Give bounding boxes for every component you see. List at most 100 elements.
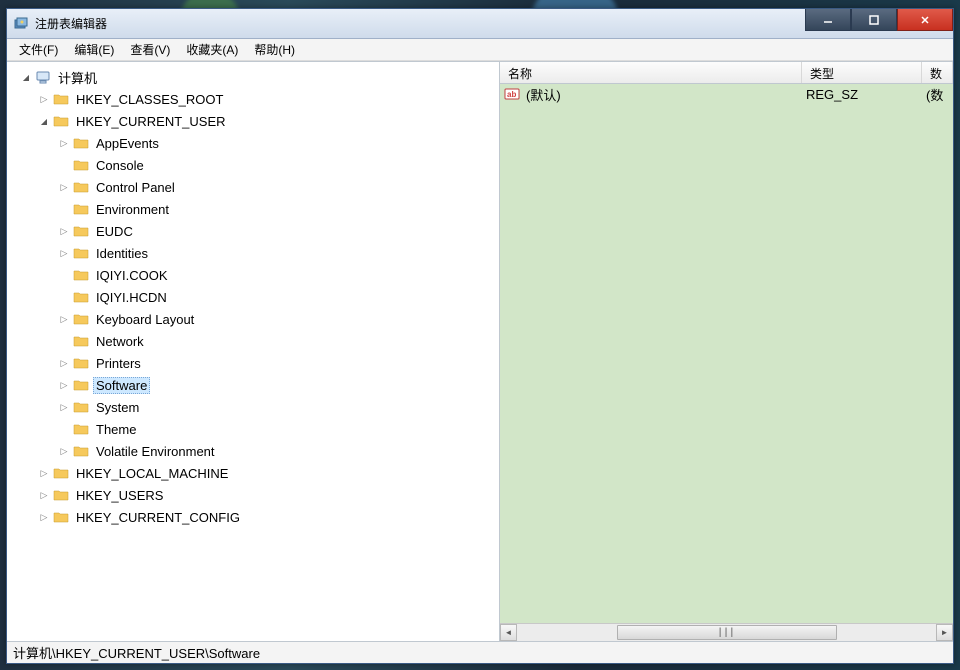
folder-icon: [73, 267, 89, 283]
expand-toggle-icon[interactable]: [57, 138, 71, 149]
folder-icon: [73, 443, 89, 459]
list-body[interactable]: ab (默认) REG_SZ (数: [500, 84, 953, 623]
tree-label: IQIYI.HCDN: [93, 289, 170, 306]
title-bar[interactable]: 注册表编辑器: [7, 9, 953, 39]
tree-node-environment[interactable]: Environment: [13, 198, 499, 220]
expand-toggle-icon[interactable]: [57, 380, 71, 391]
tree-label: Network: [93, 333, 147, 350]
folder-icon: [73, 333, 89, 349]
string-value-icon: ab: [504, 86, 520, 102]
menu-bar: 文件(F) 编辑(E) 查看(V) 收藏夹(A) 帮助(H): [7, 39, 953, 61]
main-area: 计算机 HKEY_CLASSES_ROOT HKEY_CURRENT_USER …: [7, 61, 953, 641]
expand-toggle-icon[interactable]: [19, 72, 33, 83]
window-title: 注册表编辑器: [35, 15, 107, 32]
menu-help[interactable]: 帮助(H): [246, 39, 303, 60]
folder-icon: [53, 509, 69, 525]
expand-toggle-icon[interactable]: [37, 512, 51, 523]
expand-toggle-icon[interactable]: [57, 446, 71, 457]
tree-node-hklm[interactable]: HKEY_LOCAL_MACHINE: [13, 462, 499, 484]
tree-label: Printers: [93, 355, 144, 372]
expand-toggle-icon[interactable]: [57, 182, 71, 193]
svg-text:ab: ab: [507, 90, 516, 99]
tree-pane[interactable]: 计算机 HKEY_CLASSES_ROOT HKEY_CURRENT_USER …: [7, 62, 500, 641]
minimize-button[interactable]: [805, 9, 851, 31]
tree-node-iqiyicook[interactable]: IQIYI.COOK: [13, 264, 499, 286]
folder-icon: [53, 487, 69, 503]
tree-node-printers[interactable]: Printers: [13, 352, 499, 374]
tree-label: HKEY_USERS: [73, 487, 166, 504]
status-path: 计算机\HKEY_CURRENT_USER\Software: [13, 643, 260, 662]
expand-toggle-icon[interactable]: [57, 358, 71, 369]
folder-icon: [73, 399, 89, 415]
scroll-thumb[interactable]: ┃┃┃: [617, 625, 837, 640]
tree-node-hkcu[interactable]: HKEY_CURRENT_USER: [13, 110, 499, 132]
expand-toggle-icon[interactable]: [57, 314, 71, 325]
expand-toggle-icon[interactable]: [37, 490, 51, 501]
folder-icon: [73, 311, 89, 327]
tree-node-computer[interactable]: 计算机: [13, 66, 499, 88]
maximize-button[interactable]: [851, 9, 897, 31]
folder-icon: [73, 201, 89, 217]
folder-icon: [73, 355, 89, 371]
folder-icon: [53, 113, 69, 129]
column-header-name[interactable]: 名称: [500, 62, 802, 83]
folder-icon: [73, 135, 89, 151]
scroll-track[interactable]: ┃┃┃: [517, 624, 936, 641]
value-type: REG_SZ: [806, 87, 926, 102]
close-button[interactable]: [897, 9, 953, 31]
horizontal-scrollbar[interactable]: ◄ ┃┃┃ ►: [500, 623, 953, 641]
tree-label: IQIYI.COOK: [93, 267, 171, 284]
folder-icon: [73, 179, 89, 195]
expand-toggle-icon[interactable]: [57, 226, 71, 237]
tree-node-identities[interactable]: Identities: [13, 242, 499, 264]
tree-label: HKEY_CURRENT_USER: [73, 113, 229, 130]
values-pane: 名称 类型 数 ab (默认) REG_SZ (数 ◄ ┃┃┃: [500, 62, 953, 641]
expand-toggle-icon[interactable]: [37, 94, 51, 105]
tree-label: Identities: [93, 245, 151, 262]
list-header: 名称 类型 数: [500, 62, 953, 84]
computer-icon: [35, 69, 51, 85]
expand-toggle-icon[interactable]: [57, 248, 71, 259]
menu-favorites[interactable]: 收藏夹(A): [178, 39, 246, 60]
tree-node-hkcr[interactable]: HKEY_CLASSES_ROOT: [13, 88, 499, 110]
column-header-data[interactable]: 数: [922, 62, 953, 83]
tree-node-appevents[interactable]: AppEvents: [13, 132, 499, 154]
expand-toggle-icon[interactable]: [37, 468, 51, 479]
window-registry-editor: 注册表编辑器 文件(F) 编辑(E) 查看(V) 收藏夹(A) 帮助(H) 计算…: [6, 8, 954, 664]
menu-file[interactable]: 文件(F): [11, 39, 66, 60]
expand-toggle-icon[interactable]: [57, 402, 71, 413]
tree-label: Environment: [93, 201, 172, 218]
tree-label: Volatile Environment: [93, 443, 218, 460]
tree-node-hkcc[interactable]: HKEY_CURRENT_CONFIG: [13, 506, 499, 528]
tree-node-controlpanel[interactable]: Control Panel: [13, 176, 499, 198]
folder-icon: [53, 465, 69, 481]
tree-node-keyboard[interactable]: Keyboard Layout: [13, 308, 499, 330]
column-header-type[interactable]: 类型: [802, 62, 922, 83]
menu-view[interactable]: 查看(V): [122, 39, 178, 60]
tree-label: 计算机: [55, 67, 100, 88]
menu-edit[interactable]: 编辑(E): [66, 39, 122, 60]
tree-label: Theme: [93, 421, 139, 438]
scroll-left-button[interactable]: ◄: [500, 624, 517, 641]
tree-node-console[interactable]: Console: [13, 154, 499, 176]
tree-label: Console: [93, 157, 147, 174]
tree-node-software[interactable]: Software: [13, 374, 499, 396]
tree-label: AppEvents: [93, 135, 162, 152]
tree-label: HKEY_LOCAL_MACHINE: [73, 465, 231, 482]
tree-node-iqiyihcdn[interactable]: IQIYI.HCDN: [13, 286, 499, 308]
tree-node-network[interactable]: Network: [13, 330, 499, 352]
tree-node-hku[interactable]: HKEY_USERS: [13, 484, 499, 506]
tree-node-eudc[interactable]: EUDC: [13, 220, 499, 242]
app-icon: [13, 16, 29, 32]
tree-node-volatile[interactable]: Volatile Environment: [13, 440, 499, 462]
tree-node-theme[interactable]: Theme: [13, 418, 499, 440]
scroll-right-button[interactable]: ►: [936, 624, 953, 641]
expand-toggle-icon[interactable]: [37, 116, 51, 127]
status-bar: 计算机\HKEY_CURRENT_USER\Software: [7, 641, 953, 663]
list-row-default[interactable]: ab (默认) REG_SZ (数: [500, 84, 953, 104]
tree-node-system[interactable]: System: [13, 396, 499, 418]
tree-label: HKEY_CURRENT_CONFIG: [73, 509, 243, 526]
folder-icon: [73, 289, 89, 305]
tree-label: HKEY_CLASSES_ROOT: [73, 91, 226, 108]
folder-icon: [73, 377, 89, 393]
